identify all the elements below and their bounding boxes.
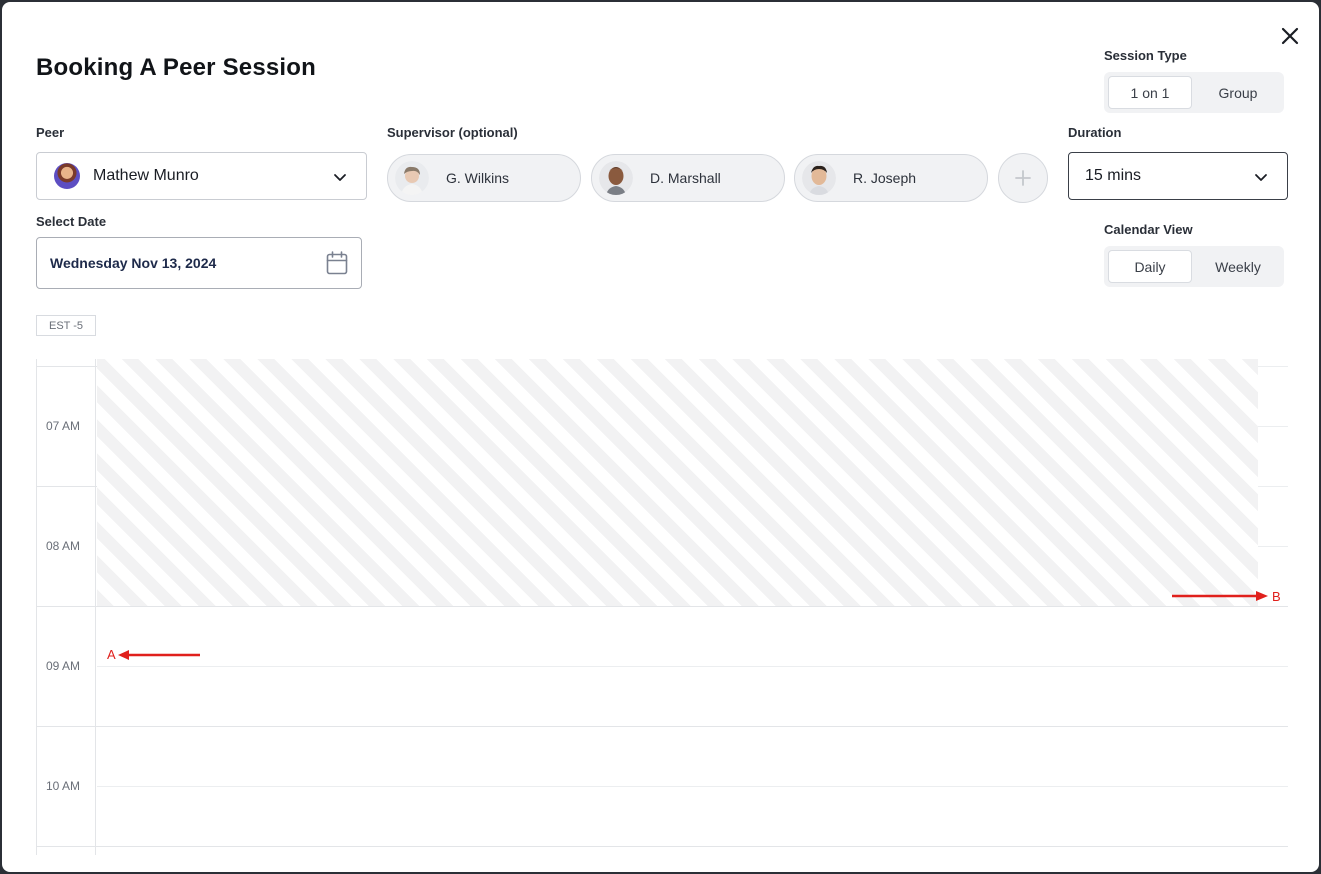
supervisor-chip[interactable]: R. Joseph — [794, 154, 988, 202]
annotation-arrow-a — [118, 650, 200, 660]
chevron-down-icon — [334, 174, 346, 181]
hour-label: 09 AM — [46, 659, 81, 673]
supervisor-name: D. Marshall — [650, 170, 721, 186]
supervisor-chip[interactable]: D. Marshall — [591, 154, 785, 202]
date-picker-input[interactable]: Wednesday Nov 13, 2024 — [36, 237, 362, 289]
slot-divider — [97, 786, 1288, 787]
supervisor-name: R. Joseph — [853, 170, 917, 186]
session-type-1on1-button[interactable]: 1 on 1 — [1108, 76, 1192, 109]
select-date-label: Select Date — [36, 214, 107, 229]
hour-divider — [36, 486, 97, 487]
hour-label: 08 AM — [46, 539, 81, 553]
supervisor-name: G. Wilkins — [446, 170, 509, 186]
session-type-toggle: 1 on 1 Group — [1104, 72, 1284, 113]
close-icon[interactable] — [1278, 24, 1302, 48]
slot-divider — [1258, 546, 1288, 547]
supervisor-chip[interactable]: G. Wilkins — [387, 154, 581, 202]
hour-divider — [36, 366, 97, 367]
view-weekly-button[interactable]: Weekly — [1196, 250, 1280, 283]
session-type-group-button[interactable]: Group — [1196, 76, 1280, 109]
avatar — [802, 161, 836, 195]
annotation-label-a: A — [107, 647, 116, 662]
timezone-badge: EST -5 — [36, 315, 96, 336]
session-type-label: Session Type — [1104, 48, 1187, 63]
annotation-label-b: B — [1272, 589, 1281, 604]
hour-label: 10 AM — [46, 779, 81, 793]
avatar — [599, 161, 633, 195]
avatar — [54, 163, 80, 189]
annotation-arrow-b — [1172, 591, 1268, 601]
hour-divider — [36, 726, 1288, 727]
duration-label: Duration — [1068, 125, 1122, 140]
hour-divider — [36, 846, 1288, 847]
slot-divider — [1258, 366, 1288, 367]
slot-divider — [1258, 426, 1288, 427]
calendar-icon — [326, 251, 348, 275]
view-daily-button[interactable]: Daily — [1108, 250, 1192, 283]
selected-date: Wednesday Nov 13, 2024 — [50, 255, 217, 271]
peer-label: Peer — [36, 125, 65, 140]
add-supervisor-button[interactable] — [998, 153, 1048, 203]
peer-value: Mathew Munro — [93, 167, 199, 184]
plus-icon — [1015, 170, 1031, 186]
daily-calendar-grid[interactable]: 07 AM 08 AM 09 AM 10 AM — [36, 359, 1288, 855]
slot-divider — [1258, 486, 1288, 487]
calendar-view-toggle: Daily Weekly — [1104, 246, 1284, 287]
supervisor-label: Supervisor (optional) — [387, 125, 518, 140]
duration-value: 15 mins — [1085, 167, 1142, 184]
peer-select[interactable]: Mathew Munro — [36, 152, 367, 200]
hour-label: 07 AM — [46, 419, 81, 433]
chevron-down-icon — [1255, 174, 1267, 181]
hour-divider — [36, 606, 1288, 607]
calendar-view-label: Calendar View — [1104, 222, 1193, 237]
booking-modal: Booking A Peer Session Session Type 1 on… — [2, 2, 1319, 872]
page-title: Booking A Peer Session — [36, 54, 317, 81]
unavailable-block — [97, 359, 1258, 606]
slot-divider — [97, 666, 1288, 667]
avatar — [395, 161, 429, 195]
duration-select[interactable]: 15 mins — [1068, 152, 1288, 200]
